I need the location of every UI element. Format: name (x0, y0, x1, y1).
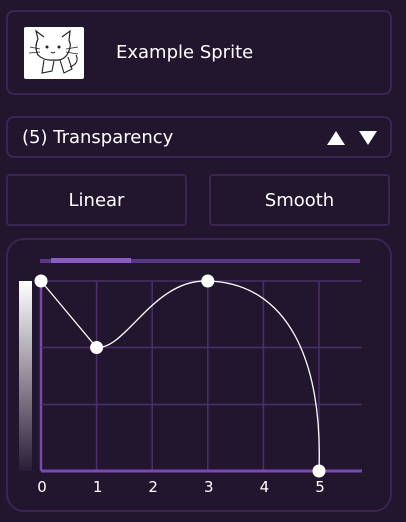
x-tick-label: 0 (37, 478, 47, 496)
curve-point-1[interactable] (90, 341, 104, 354)
curve-point-2[interactable] (201, 274, 215, 288)
x-tick-label: 3 (204, 478, 214, 496)
curve-point-0[interactable] (34, 274, 48, 288)
curve-point-3[interactable] (312, 464, 326, 478)
x-tick-label: 5 (315, 478, 325, 496)
grid (39, 280, 362, 473)
scroll-thumb[interactable] (51, 258, 132, 263)
x-tick-label: 4 (259, 478, 270, 496)
x-tick-label: 1 (92, 478, 103, 496)
curve-graph[interactable] (0, 0, 406, 522)
x-tick-label: 2 (148, 478, 158, 496)
value-gradient-bar (19, 281, 32, 471)
curve-line (40, 280, 320, 472)
